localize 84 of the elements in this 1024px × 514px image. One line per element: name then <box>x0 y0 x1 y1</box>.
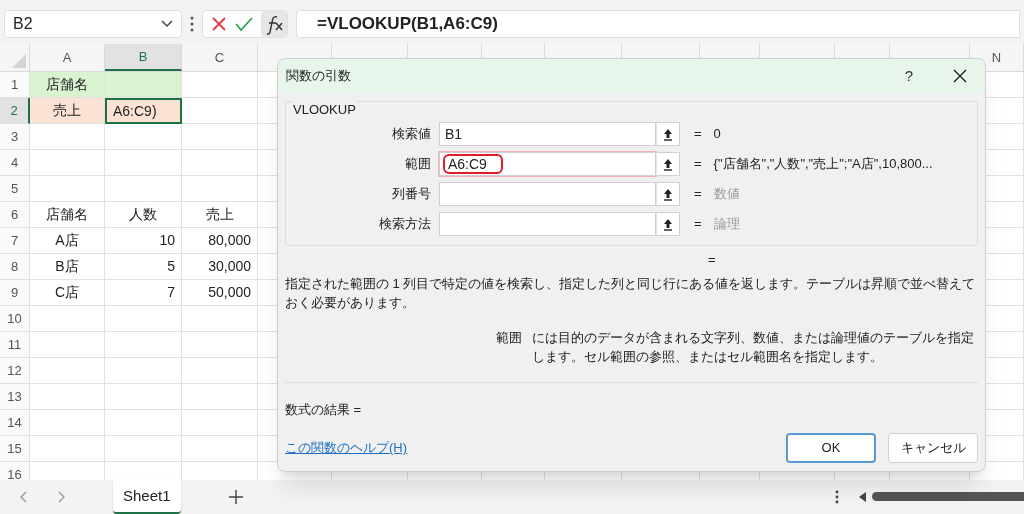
row-header[interactable]: 5 <box>0 176 30 202</box>
equals-sign: = <box>694 155 702 174</box>
row-header[interactable]: 14 <box>0 410 30 436</box>
table-cell: 店舗名 <box>30 72 105 98</box>
name-box[interactable]: B2 <box>4 10 182 38</box>
function-result: = <box>708 251 716 269</box>
ok-button[interactable]: OK <box>786 433 876 463</box>
row-header[interactable]: 12 <box>0 358 30 384</box>
argument-field[interactable]: A6:C9 <box>439 152 656 176</box>
argument-result: 論理 <box>713 215 740 234</box>
upload-icon <box>663 157 673 171</box>
row-header[interactable]: 15 <box>0 436 30 462</box>
formula-result: 数式の結果 = <box>285 402 362 417</box>
row-header[interactable]: 2 <box>0 98 30 124</box>
formula-bar[interactable]: =VLOOKUP(B1,A6:C9) <box>296 10 1020 38</box>
argument-field[interactable] <box>439 212 656 236</box>
row-header[interactable]: 9 <box>0 280 30 306</box>
table-cell: 80,000 <box>182 228 258 254</box>
argument-name: 範囲 <box>496 328 522 347</box>
table-cell: B店 <box>30 254 105 280</box>
horizontal-scrollbar[interactable] <box>872 492 1024 501</box>
cancel-button[interactable]: キャンセル <box>888 433 978 463</box>
row-header[interactable]: 6 <box>0 202 30 228</box>
upload-icon <box>663 217 673 231</box>
row-header[interactable]: 1 <box>0 72 30 98</box>
table-cell: 30,000 <box>182 254 258 280</box>
formula-text: =VLOOKUP(B1,A6:C9) <box>317 13 498 36</box>
chevron-right-icon[interactable] <box>58 491 66 503</box>
close-icon[interactable] <box>953 69 967 83</box>
table-cell: 7 <box>105 280 182 306</box>
column-header[interactable]: B <box>105 44 182 71</box>
upload-icon <box>663 127 673 141</box>
argument-description: には目的のデータが含まれる文字列、数値、または論理値のテーブルを指定します。セル範囲の参照、またはセル範囲名を指定します。 <box>532 328 975 366</box>
function-icon[interactable] <box>261 11 287 37</box>
argument-field[interactable]: B1 <box>439 122 656 146</box>
table-cell: 50,000 <box>182 280 258 306</box>
row-header[interactable]: 16 <box>0 462 30 480</box>
argument-result: 数値 <box>713 185 740 204</box>
argument-result: 0 <box>713 125 721 144</box>
argument-label: 検索値 <box>391 125 432 144</box>
help-button[interactable]: ? <box>904 64 913 88</box>
chevron-down-icon <box>161 20 173 28</box>
table-cell: A6:C9) <box>105 98 182 124</box>
table-cell: 人数 <box>105 202 182 228</box>
argument-field[interactable] <box>439 182 656 206</box>
table-cell: 10 <box>105 228 182 254</box>
table-cell: 売上 <box>30 98 105 124</box>
table-cell: C店 <box>30 280 105 306</box>
row-header[interactable]: 10 <box>0 306 30 332</box>
equals-sign: = <box>694 125 702 144</box>
help-link[interactable]: この関数のヘルプ(H) <box>285 438 774 458</box>
row-header[interactable]: 11 <box>0 332 30 358</box>
row-header[interactable]: 3 <box>0 124 30 150</box>
column-header[interactable]: C <box>182 44 258 71</box>
row-header[interactable]: 4 <box>0 150 30 176</box>
dialog-title: 関数の引数 <box>286 67 352 86</box>
cancel-icon[interactable] <box>211 16 227 32</box>
add-sheet-icon[interactable] <box>228 490 243 504</box>
sheet-tab[interactable]: Sheet1 <box>113 480 181 514</box>
row-header[interactable]: 7 <box>0 228 30 254</box>
table-cell: 売上 <box>182 202 258 228</box>
collapse-button[interactable] <box>656 212 680 236</box>
function-description: 指定された範囲の 1 列目で特定の値を検索し、指定した列と同じ行にある値を返します。テーブルは昇順で並べ替えておく必要があります。 <box>285 274 977 312</box>
argument-result: {"店舗名","人数","売上";"A店",10,800... <box>713 155 933 174</box>
chevron-left-icon[interactable] <box>19 491 27 503</box>
equals-sign: = <box>694 185 702 204</box>
row-header[interactable]: 13 <box>0 384 30 410</box>
argument-label: 検索方法 <box>378 215 432 234</box>
check-icon[interactable] <box>235 16 253 32</box>
upload-icon <box>663 187 673 201</box>
cell-reference: B2 <box>13 14 33 34</box>
argument-label: 範囲 <box>404 155 432 174</box>
more-icon[interactable] <box>190 16 194 32</box>
table-cell: 店舗名 <box>30 202 105 228</box>
more-icon[interactable] <box>835 490 839 504</box>
row-header[interactable]: 8 <box>0 254 30 280</box>
collapse-button[interactable] <box>656 182 680 206</box>
equals-sign: = <box>694 215 702 234</box>
scroll-left-icon[interactable] <box>859 492 866 502</box>
table-cell: A店 <box>30 228 105 254</box>
table-cell: 5 <box>105 254 182 280</box>
collapse-button[interactable] <box>656 152 680 176</box>
argument-label: 列番号 <box>391 185 432 204</box>
collapse-button[interactable] <box>656 122 680 146</box>
